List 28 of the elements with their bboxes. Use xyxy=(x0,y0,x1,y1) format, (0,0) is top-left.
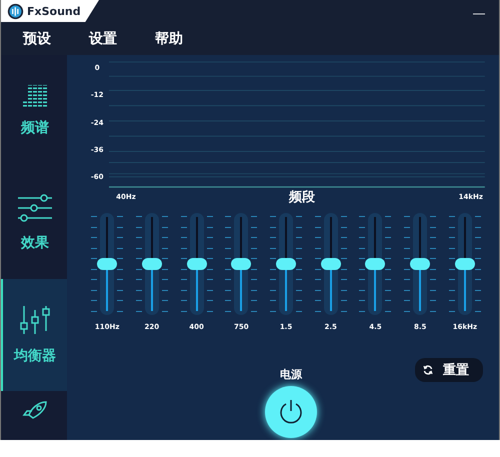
slider-thumb[interactable] xyxy=(231,258,252,270)
reset-button[interactable]: 重置 xyxy=(415,358,483,382)
power-label: 电源 xyxy=(280,367,302,382)
slider-thumb[interactable] xyxy=(365,258,386,270)
equalizer-icon xyxy=(20,305,50,335)
spectrum-icon xyxy=(21,85,50,107)
menu-item[interactable]: 预设 xyxy=(23,30,51,48)
sliders-icon xyxy=(17,194,54,222)
slider-thumb[interactable] xyxy=(142,258,162,270)
spectrum-title: 频段 xyxy=(289,189,316,206)
slider-thumb[interactable] xyxy=(410,258,430,270)
slider-thumb[interactable] xyxy=(454,258,475,270)
sidebar-item[interactable]: 均衡器 xyxy=(1,279,68,391)
sidebar-item[interactable]: 频谱 xyxy=(1,55,68,167)
slider-thumb[interactable] xyxy=(186,258,207,270)
menu-item[interactable]: 设置 xyxy=(89,30,117,48)
app-title: FxSound xyxy=(27,4,81,18)
logo-icon xyxy=(7,2,24,20)
power-button[interactable] xyxy=(265,386,318,438)
minimize-button[interactable]: — xyxy=(459,0,499,22)
slider-thumb[interactable] xyxy=(320,258,341,270)
slider-thumb[interactable] xyxy=(97,258,118,270)
rocket-icon xyxy=(22,401,48,421)
sidebar-item[interactable]: 效果 xyxy=(1,167,68,279)
power-icon xyxy=(278,399,304,425)
refresh-icon xyxy=(423,365,433,375)
slider-thumb[interactable] xyxy=(276,258,296,270)
menu-item[interactable]: 帮助 xyxy=(155,30,183,48)
